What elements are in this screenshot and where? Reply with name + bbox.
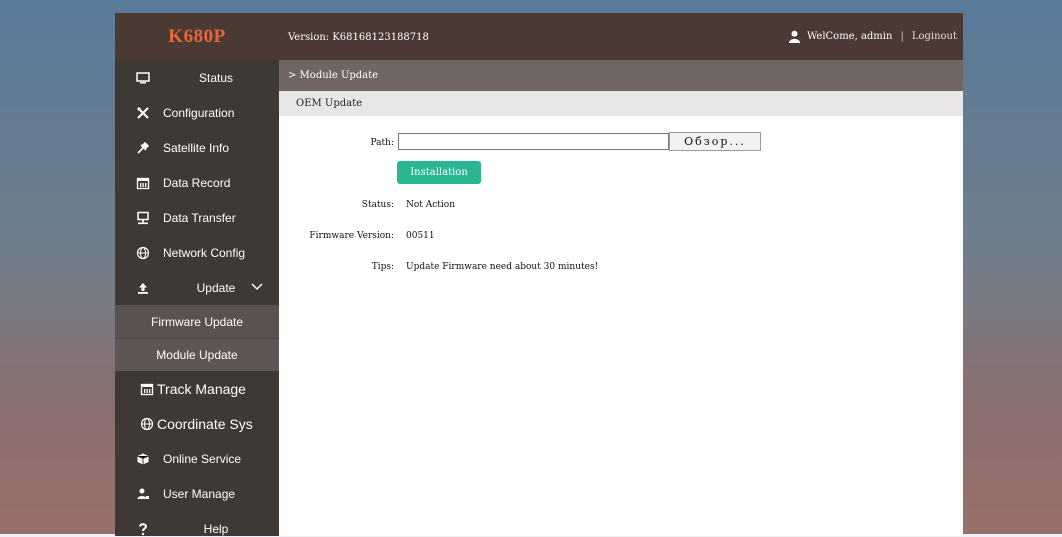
path-label: Path: — [370, 138, 394, 148]
header-separator: | — [900, 31, 904, 42]
status-value: Not Action — [406, 200, 456, 210]
calendar-icon — [139, 381, 155, 397]
sidebar-item-label: Track Manage — [157, 380, 246, 397]
sidebar-item-coordinate-sys[interactable]: Coordinate Sys — [115, 406, 279, 441]
sidebar-item-online-service[interactable]: Online Service — [115, 441, 279, 476]
calendar-icon — [135, 175, 151, 191]
globe-icon — [135, 245, 151, 261]
sidebar-item-label: Network Config — [163, 245, 246, 260]
transfer-icon — [135, 210, 151, 226]
upload-icon — [135, 280, 151, 296]
sidebar-subitem-module-update[interactable]: Module Update — [115, 338, 279, 371]
globe-icon — [139, 416, 155, 432]
firmware-version-value: 00511 — [406, 231, 435, 241]
status-label: Status: — [361, 200, 394, 210]
sidebar-item-label: Coordinate Sys — [157, 415, 253, 432]
sidebar-item-update[interactable]: Update — [115, 270, 279, 305]
sidebar: K680P Status Configuration Satellite Inf… — [115, 13, 279, 536]
sidebar-item-label: Satellite Info — [163, 140, 230, 155]
sidebar-item-status[interactable]: Status — [115, 60, 279, 95]
version-text: Version: K68168123188718 — [288, 32, 429, 43]
sidebar-item-label: Data Record — [163, 175, 231, 190]
chevron-down-icon — [251, 283, 263, 291]
sidebar-item-help[interactable]: Help — [115, 511, 279, 537]
sidebar-item-label: Status — [198, 70, 234, 85]
help-icon — [135, 521, 151, 537]
sidebar-item-label: Configuration — [163, 105, 235, 120]
sidebar-item-configuration[interactable]: Configuration — [115, 95, 279, 130]
welcome-text: WelCome, admin — [806, 31, 893, 42]
installation-button[interactable]: Installation — [397, 161, 481, 184]
app-frame: K680P Status Configuration Satellite Inf… — [115, 13, 963, 536]
browse-button[interactable]: Обзор... — [669, 132, 761, 151]
breadcrumb: > Module Update — [279, 60, 963, 91]
user-icon — [788, 30, 800, 43]
tips-label: Tips: — [371, 262, 394, 272]
satellite-icon — [135, 140, 151, 156]
sidebar-item-data-record[interactable]: Data Record — [115, 165, 279, 200]
sidebar-item-satellite-info[interactable]: Satellite Info — [115, 130, 279, 165]
sidebar-item-data-transfer[interactable]: Data Transfer — [115, 200, 279, 235]
user-area: WelCome, admin | Loginout — [788, 30, 957, 43]
sidebar-item-user-manage[interactable]: User Manage — [115, 476, 279, 511]
path-input[interactable] — [398, 133, 669, 150]
app-logo: K680P — [168, 25, 226, 47]
firmware-version-label: Firmware Version: — [309, 231, 394, 241]
tips-value: Update Firmware need about 30 minutes! — [406, 262, 599, 272]
sidebar-item-label: Online Service — [163, 451, 242, 466]
sidebar-item-label: Data Transfer — [163, 210, 236, 225]
logout-link[interactable]: Loginout — [912, 31, 957, 42]
sidebar-subitem-firmware-update[interactable]: Firmware Update — [115, 305, 279, 338]
user-manage-icon — [135, 486, 151, 502]
tools-icon — [135, 105, 151, 121]
sidebar-item-label: Help — [203, 521, 229, 536]
breadcrumb-text: > Module Update — [288, 70, 379, 81]
sidebar-item-label: User Manage — [163, 486, 236, 501]
service-icon — [135, 451, 151, 467]
sidebar-item-network-config[interactable]: Network Config — [115, 235, 279, 270]
section-header: OEM Update — [279, 91, 963, 116]
section-title: OEM Update — [296, 98, 363, 109]
sidebar-item-track-manage[interactable]: Track Manage — [115, 371, 279, 406]
monitor-icon — [135, 70, 151, 86]
main-panel: Version: K68168123188718 WelCome, admin … — [279, 13, 963, 536]
logo-cell: K680P — [115, 13, 279, 60]
top-header: Version: K68168123188718 WelCome, admin … — [279, 13, 963, 60]
